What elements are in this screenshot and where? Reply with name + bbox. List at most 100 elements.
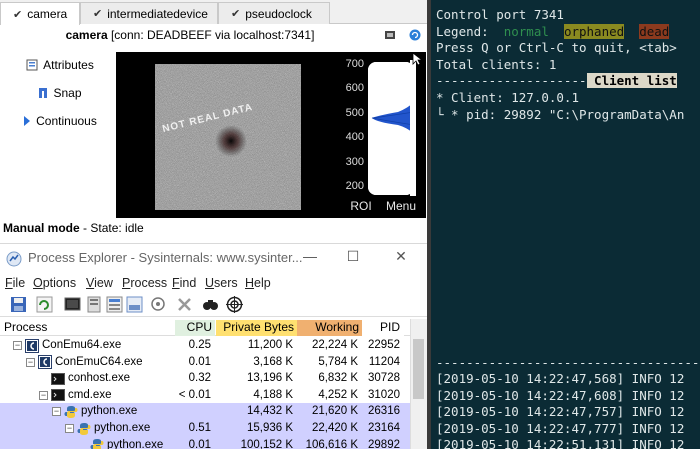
private-bytes-cell: 11,200 K	[216, 337, 297, 354]
histogram[interactable]	[368, 62, 414, 195]
tree-expander[interactable]: −	[13, 341, 22, 350]
legend-dead: dead	[639, 24, 670, 39]
play-icon	[24, 116, 31, 126]
menu-file[interactable]: File	[5, 276, 25, 290]
column-header-private-bytes[interactable]: Private Bytes	[216, 320, 297, 336]
process-name: conhost.exe	[68, 372, 131, 385]
pid-cell: 26316	[368, 405, 400, 418]
process-row[interactable]: − python.exe 0.51 15,936 K 22,420 K 23164	[0, 420, 427, 437]
process-name-cell: − cmd.exe	[39, 387, 111, 404]
pid-cell: 30728	[368, 372, 400, 385]
menu-accelerator: V	[86, 276, 95, 290]
device-title: camera [conn: DEADBEEF via localhost:734…	[0, 28, 380, 42]
refresh-icon[interactable]	[36, 296, 53, 313]
private-bytes-cell: 4,188 K	[216, 386, 297, 404]
menu-accelerator: O	[33, 276, 43, 290]
desktop: ✔ camera ✔ intermediatedevice ✔ pseudocl…	[0, 0, 700, 449]
target-window-icon[interactable]	[150, 296, 167, 313]
process-row[interactable]: python.exe 0.01 100,152 K 106,616 K 29892	[0, 436, 427, 449]
maximize-button[interactable]: ☐	[343, 248, 363, 265]
conemu-icon	[25, 338, 39, 353]
find-icon[interactable]	[202, 296, 219, 313]
screenshot-icon[interactable]	[384, 29, 396, 41]
process-name: ConEmuC64.exe	[55, 355, 143, 368]
menu-label: rocess	[130, 276, 168, 290]
menu-label: ind	[179, 276, 197, 290]
working-set-cell: 4,252 K	[297, 386, 362, 404]
menu-view[interactable]: View	[86, 276, 113, 290]
viewer-menu-button[interactable]: Menu	[383, 199, 419, 213]
private-bytes-cell: 3,168 K	[216, 353, 297, 371]
tree-expander[interactable]: −	[65, 424, 74, 433]
tab-pseudoclock[interactable]: ✔ pseudoclock	[218, 2, 330, 24]
log-line: [2019-05-10 14:22:47,757] INFO 12	[436, 404, 685, 419]
target-icon[interactable]	[226, 296, 243, 313]
client-list-label: Client list	[586, 73, 677, 88]
process-row[interactable]: conhost.exe 0.32 13,196 K 6,832 K 30728	[0, 370, 427, 388]
continuous-button[interactable]: Continuous	[14, 112, 106, 130]
system-info-icon[interactable]	[64, 296, 81, 313]
process-name-cell: conhost.exe	[39, 370, 130, 387]
private-bytes-cell: 15,936 K	[246, 422, 293, 434]
log-line: [2019-05-10 14:22:47,608] INFO 12	[436, 388, 685, 403]
column-header-process[interactable]: Process	[4, 320, 47, 336]
menu-options[interactable]: Options	[33, 276, 76, 290]
toolbar	[0, 293, 427, 365]
column-header-cpu[interactable]: CPU	[175, 320, 215, 336]
console-window[interactable]: Control port 7341 Legend: normal orphane…	[427, 0, 700, 449]
menu-process[interactable]: Process	[122, 276, 167, 290]
menu-help[interactable]: Help	[245, 276, 271, 290]
kill-process-icon[interactable]	[176, 296, 193, 313]
legend-label: Legend:	[436, 24, 504, 39]
histogram-axis: 700 600 500 400 300 200	[340, 56, 366, 196]
menu-find[interactable]: Find	[172, 276, 196, 290]
conemu-icon	[38, 355, 52, 370]
process-row[interactable]: − python.exe 14,432 K 21,620 K 26316	[0, 403, 427, 421]
cpu-cell: 0.32	[175, 370, 215, 388]
scrollbar-thumb[interactable]	[413, 339, 424, 399]
process-name: python.exe	[81, 405, 138, 418]
process-name-cell: − ConEmu64.exe	[13, 337, 121, 354]
legend-normal: normal	[503, 24, 549, 39]
lower-pane-icon[interactable]	[126, 296, 143, 313]
histogram-tick: 500	[345, 107, 364, 119]
refresh-icon[interactable]	[409, 29, 421, 41]
status-line: Manual mode - State: idle	[3, 221, 144, 235]
vertical-scrollbar[interactable]	[410, 319, 427, 449]
python-icon	[77, 422, 91, 436]
menu-accelerator: U	[205, 276, 215, 290]
roi-button[interactable]: ROI	[343, 199, 379, 213]
minimize-button[interactable]: —	[300, 248, 320, 264]
save-icon[interactable]	[10, 296, 27, 313]
column-header-working-set[interactable]: Working Set	[297, 320, 362, 349]
title-bar: Process Explorer - Sysinternals: www.sys…	[0, 244, 427, 272]
tab-intermediatedevice[interactable]: ✔ intermediatedevice	[80, 2, 218, 24]
menu-label: sers	[214, 276, 238, 290]
camera-image[interactable]: NOT REAL DATA	[155, 64, 301, 210]
column-header-pid[interactable]: PID	[362, 320, 404, 336]
process-name-cell: python.exe	[78, 437, 163, 449]
histogram-tick: 200	[345, 180, 364, 192]
column-header-row: Process CPU Private Bytes Working Set PI…	[0, 319, 427, 349]
process-row[interactable]: − cmd.exe < 0.01 4,188 K 4,252 K 31020	[0, 386, 427, 404]
working-set-cell: 22,224 K	[297, 337, 362, 354]
properties-icon[interactable]	[86, 296, 103, 313]
show-tree-icon[interactable]	[106, 296, 123, 313]
close-button[interactable]: ✕	[391, 248, 411, 265]
tree-expander[interactable]: −	[26, 357, 35, 367]
tree-expander[interactable]: −	[39, 390, 48, 400]
snap-label: Snap	[53, 86, 82, 100]
process-row[interactable]: − ConEmu64.exe 0.25 11,200 K 22,224 K 22952	[0, 337, 427, 354]
snap-icon	[39, 88, 48, 98]
attributes-button[interactable]: Attributes	[14, 56, 106, 74]
process-row[interactable]: − ConEmuC64.exe 0.01 3,168 K 5,784 K 11204	[0, 353, 427, 371]
device-tab-bar: ✔ camera ✔ intermediatedevice ✔ pseudocl…	[0, 0, 427, 25]
camera-app-window: ✔ camera ✔ intermediatedevice ✔ pseudocl…	[0, 0, 427, 240]
menu-users[interactable]: Users	[205, 276, 238, 290]
snap-button[interactable]: Snap	[14, 84, 106, 102]
pid-cell: 31020	[368, 388, 400, 401]
tree-expander[interactable]: −	[52, 407, 61, 417]
process-tree[interactable]: Process CPU Private Bytes Working Set PI…	[0, 319, 427, 449]
tab-camera[interactable]: ✔ camera	[0, 2, 80, 25]
histogram-level-bar[interactable]	[410, 60, 416, 196]
